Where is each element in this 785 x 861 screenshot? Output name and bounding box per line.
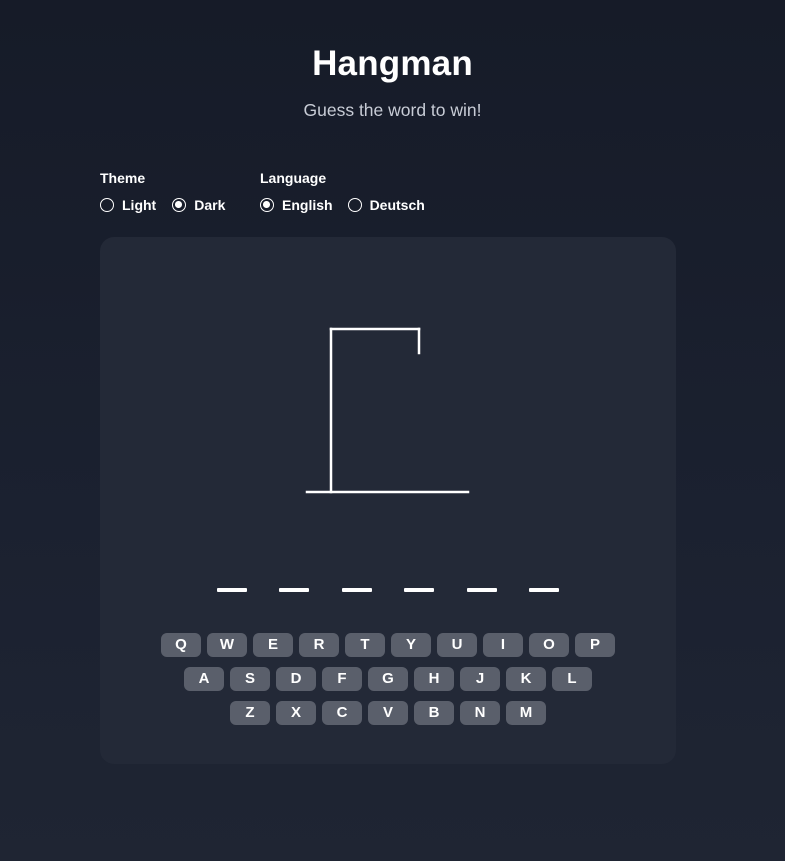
key-y[interactable]: Y xyxy=(391,633,431,657)
language-deutsch-label: Deutsch xyxy=(369,197,425,213)
key-p[interactable]: P xyxy=(575,633,615,657)
key-s[interactable]: S xyxy=(230,667,270,691)
letter-slot xyxy=(529,588,560,592)
key-f[interactable]: F xyxy=(322,667,362,691)
letter-slot xyxy=(466,588,497,592)
key-z[interactable]: Z xyxy=(230,701,270,725)
key-t[interactable]: T xyxy=(345,633,385,657)
page-subtitle: Guess the word to win! xyxy=(303,100,482,120)
language-options: English Deutsch xyxy=(260,196,425,214)
key-c[interactable]: C xyxy=(322,701,362,725)
theme-option-light[interactable]: Light xyxy=(100,197,156,213)
gallows-drawing xyxy=(305,327,470,494)
key-o[interactable]: O xyxy=(529,633,569,657)
key-l[interactable]: L xyxy=(552,667,592,691)
letter-slot xyxy=(341,588,372,592)
language-english-label: English xyxy=(282,197,333,213)
key-e[interactable]: E xyxy=(253,633,293,657)
theme-options: Light Dark xyxy=(100,196,225,214)
key-q[interactable]: Q xyxy=(161,633,201,657)
letter-slot xyxy=(279,588,310,592)
language-english-radio[interactable] xyxy=(260,198,274,212)
key-h[interactable]: H xyxy=(414,667,454,691)
theme-setting: Theme Light Dark xyxy=(100,170,225,214)
language-setting: Language English Deutsch xyxy=(260,170,425,214)
key-g[interactable]: G xyxy=(368,667,408,691)
key-k[interactable]: K xyxy=(506,667,546,691)
key-j[interactable]: J xyxy=(460,667,500,691)
theme-dark-label: Dark xyxy=(194,197,226,213)
language-option-english[interactable]: English xyxy=(260,197,333,213)
theme-light-radio[interactable] xyxy=(100,198,114,212)
language-option-deutsch[interactable]: Deutsch xyxy=(347,197,425,213)
letter-slot xyxy=(216,588,247,592)
letter-slot xyxy=(404,588,435,592)
page-title: Hangman xyxy=(312,44,473,83)
key-m[interactable]: M xyxy=(506,701,546,725)
game-card: QWERTYUIOP ASDFGHJKL ZXCVBNM xyxy=(100,237,676,764)
key-a[interactable]: A xyxy=(184,667,224,691)
theme-label: Theme xyxy=(100,170,146,186)
theme-option-dark[interactable]: Dark xyxy=(172,197,225,213)
language-deutsch-radio[interactable] xyxy=(347,198,362,212)
key-v[interactable]: V xyxy=(368,701,408,725)
key-n[interactable]: N xyxy=(460,701,500,725)
key-d[interactable]: D xyxy=(276,667,316,691)
theme-dark-radio[interactable] xyxy=(172,198,187,212)
key-x[interactable]: X xyxy=(276,701,316,725)
key-w[interactable]: W xyxy=(207,633,247,657)
theme-light-label: Light xyxy=(122,197,157,213)
key-b[interactable]: B xyxy=(414,701,454,725)
key-i[interactable]: I xyxy=(483,633,523,657)
key-r[interactable]: R xyxy=(299,633,339,657)
key-u[interactable]: U xyxy=(437,633,477,657)
language-label: Language xyxy=(260,170,327,186)
